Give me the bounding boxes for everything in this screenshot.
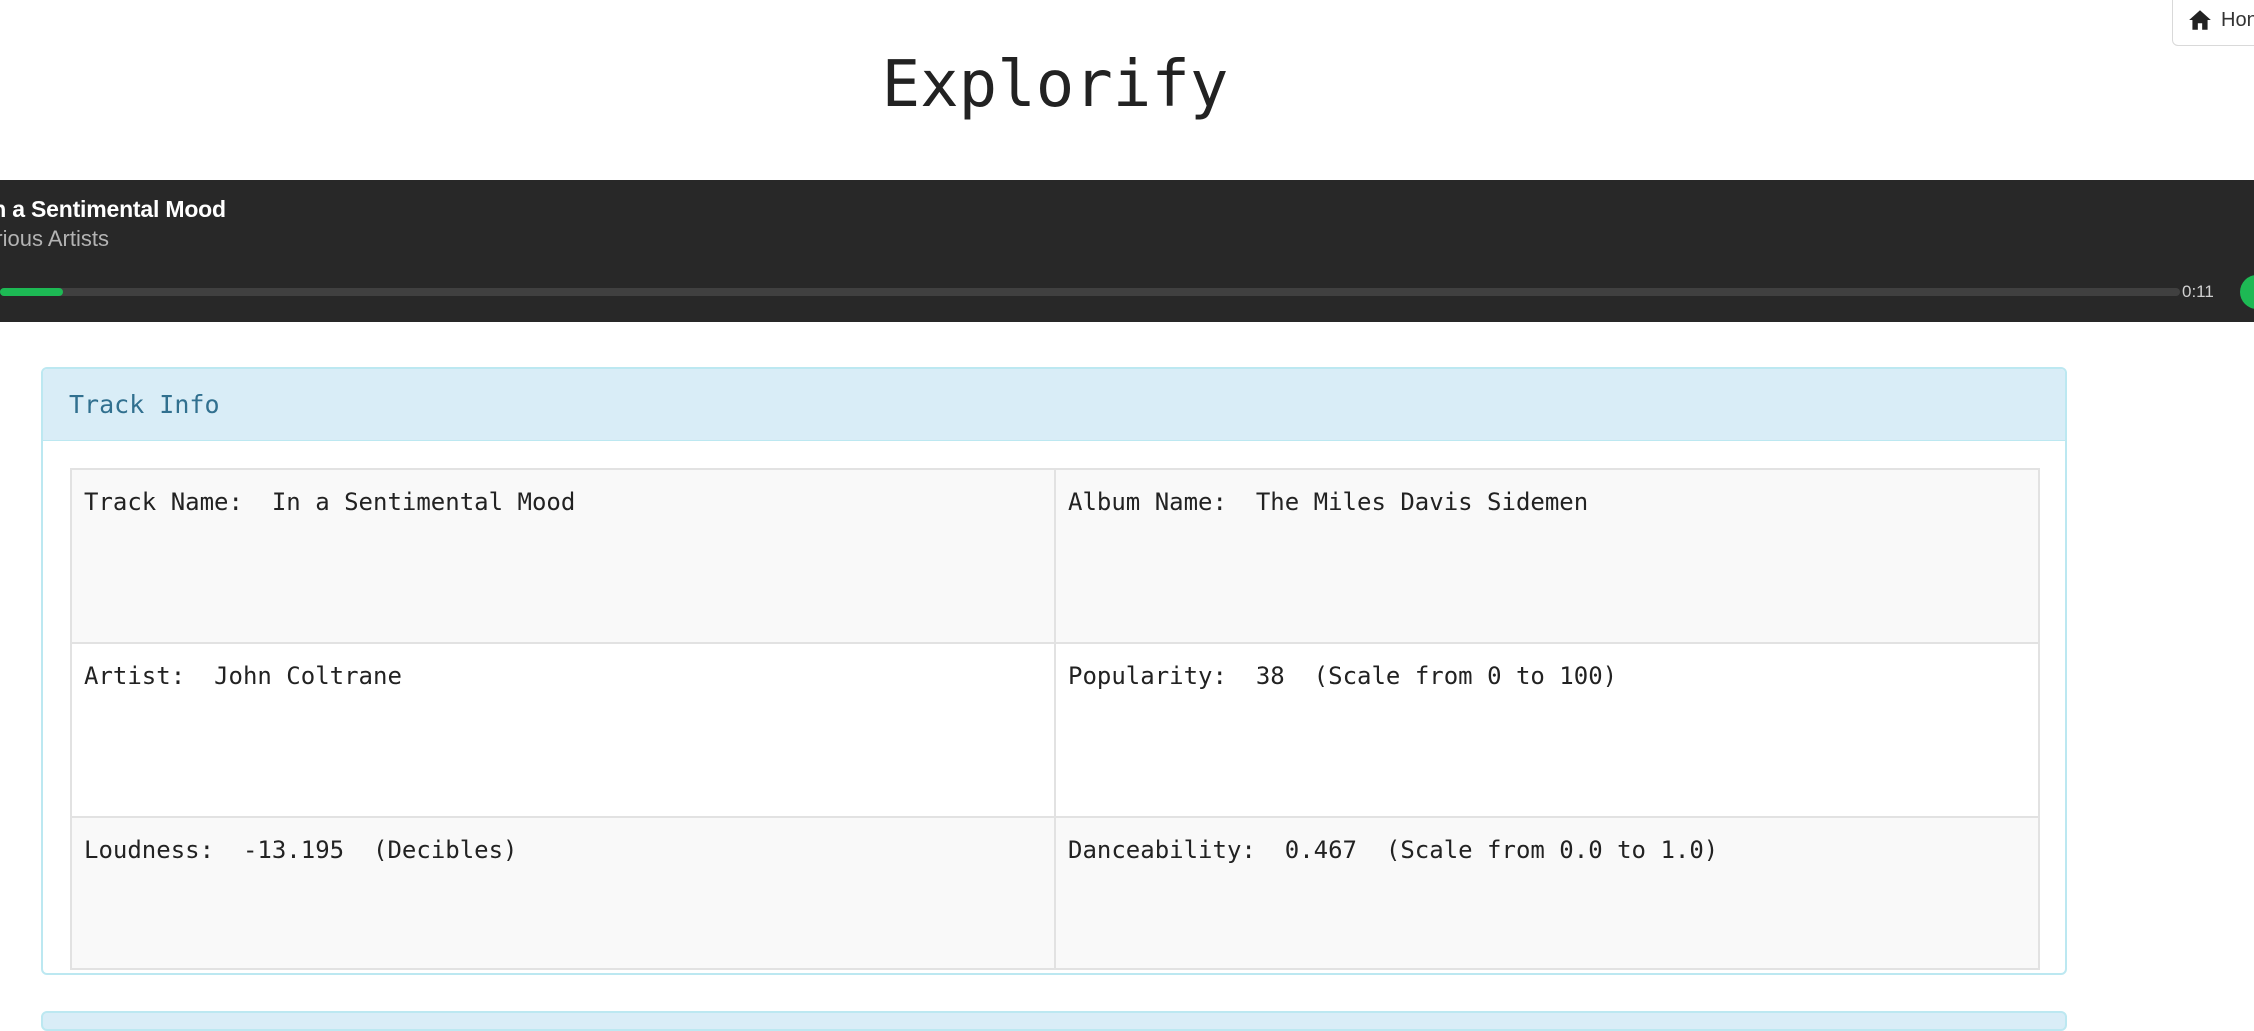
field-value: In a Sentimental Mood — [271, 488, 576, 516]
page-title: Explorify — [881, 48, 1229, 122]
spotify-player: In a Sentimental Mood Various Artists 0:… — [0, 180, 2254, 322]
table-cell: Danceability: 0.467 (Scale from 0.0 to 1… — [1054, 816, 2040, 970]
progress-bar[interactable] — [0, 288, 2180, 296]
field-label: Danceability: — [1068, 836, 1256, 864]
progress-fill — [0, 288, 64, 296]
field-value: 0.467 — [1284, 836, 1357, 864]
home-button[interactable]: Hon — [2172, 0, 2254, 46]
field-note: (Decibles) — [373, 836, 518, 864]
field-note: (Scale from 0 to 100) — [1313, 662, 1618, 690]
field-value: -13.195 — [242, 836, 345, 864]
track-info-table: Track Name: In a Sentimental Mood Album … — [70, 468, 2040, 970]
field-label: Artist: — [84, 662, 186, 690]
spotify-logo-icon[interactable] — [2240, 275, 2254, 309]
field-label: Track Name: — [84, 488, 243, 516]
table-cell: Artist: John Coltrane — [70, 642, 1056, 818]
track-info-panel: Track Info Track Name: In a Sentimental … — [41, 367, 2067, 975]
table-row: Loudness: -13.195 (Decibles) Danceabilit… — [70, 816, 2040, 970]
field-value: 38 — [1255, 662, 1285, 690]
track-info-heading: Track Info — [43, 369, 2065, 441]
table-row: Artist: John Coltrane Popularity: 38 (Sc… — [70, 642, 2040, 818]
table-row: Track Name: In a Sentimental Mood Album … — [70, 468, 2040, 644]
field-value: The Miles Davis Sidemen — [1255, 488, 1589, 516]
home-button-label: Hon — [2221, 8, 2254, 31]
table-cell: Album Name: The Miles Davis Sidemen — [1054, 468, 2040, 644]
table-cell: Loudness: -13.195 (Decibles) — [70, 816, 1056, 970]
home-icon — [2189, 10, 2211, 30]
player-track-title[interactable]: In a Sentimental Mood — [0, 196, 226, 223]
player-artist[interactable]: Various Artists — [0, 226, 109, 252]
next-panel — [41, 1011, 2067, 1031]
field-label: Popularity: — [1068, 662, 1227, 690]
field-value: John Coltrane — [214, 662, 402, 690]
field-note: (Scale from 0.0 to 1.0) — [1385, 836, 1719, 864]
table-cell: Popularity: 38 (Scale from 0 to 100) — [1054, 642, 2040, 818]
elapsed-time: 0:11 — [2182, 282, 2214, 301]
field-label: Album Name: — [1068, 488, 1227, 516]
table-cell: Track Name: In a Sentimental Mood — [70, 468, 1056, 644]
field-label: Loudness: — [84, 836, 215, 864]
